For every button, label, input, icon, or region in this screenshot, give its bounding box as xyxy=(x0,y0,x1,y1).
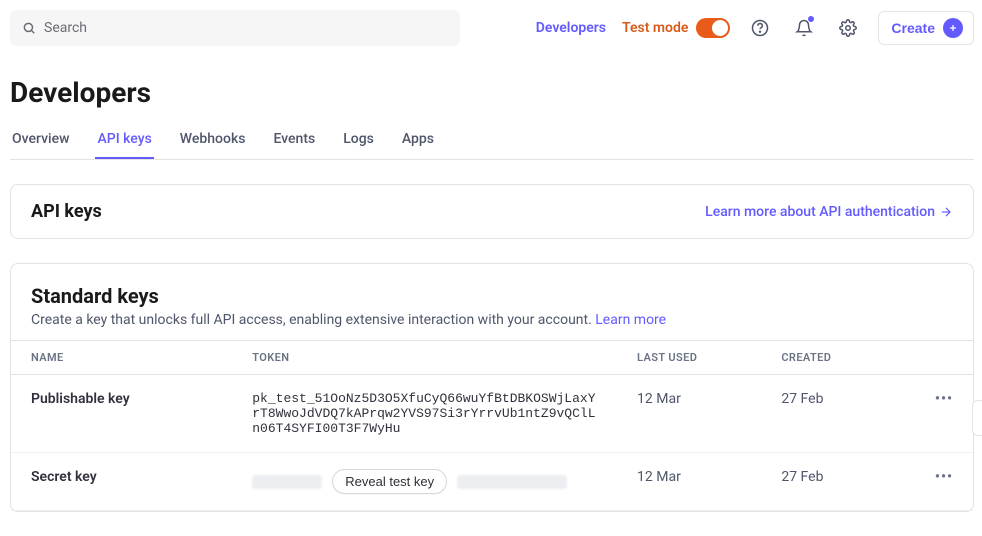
reveal-key-button[interactable]: Reveal test key xyxy=(332,469,447,494)
notifications-icon[interactable] xyxy=(790,14,818,42)
keys-table: NAME TOKEN LAST USED CREATED Publishable… xyxy=(11,340,973,511)
row-actions-icon[interactable]: ••• xyxy=(906,375,973,453)
standard-keys-learn-more[interactable]: Learn more xyxy=(595,312,666,328)
table-row: Secret key Reveal test key 12 Mar 27 Feb… xyxy=(11,453,973,511)
tabs: Overview API keys Webhooks Events Logs A… xyxy=(10,121,974,160)
table-row: Publishable key pk_test_51OoNz5D3O5XfuCy… xyxy=(11,375,973,453)
test-mode-label: Test mode xyxy=(622,20,688,36)
col-token: TOKEN xyxy=(232,341,617,375)
notification-dot xyxy=(808,16,814,22)
key-token[interactable]: pk_test_51OoNz5D3O5XfuCyQ66wuYfBtDBKOSWj… xyxy=(232,375,617,453)
tab-overview[interactable]: Overview xyxy=(10,121,71,159)
side-handle[interactable] xyxy=(972,400,982,436)
tab-logs[interactable]: Logs xyxy=(341,121,376,159)
col-name: NAME xyxy=(11,341,232,375)
help-icon[interactable] xyxy=(746,14,774,42)
developers-link[interactable]: Developers xyxy=(536,20,606,36)
settings-icon[interactable] xyxy=(834,14,862,42)
learn-auth-link[interactable]: Learn more about API authentication xyxy=(705,204,953,220)
standard-keys-card: Standard keys Create a key that unlocks … xyxy=(10,263,974,512)
key-last-used: 12 Mar xyxy=(617,375,761,453)
masked-segment xyxy=(252,475,322,489)
create-button[interactable]: Create xyxy=(878,11,974,45)
search-input[interactable]: Search xyxy=(10,10,460,46)
tab-events[interactable]: Events xyxy=(271,121,317,159)
api-keys-card: API keys Learn more about API authentica… xyxy=(10,184,974,239)
masked-segment xyxy=(457,475,567,489)
arrow-right-icon xyxy=(939,205,953,219)
key-name: Secret key xyxy=(11,453,232,511)
key-created: 27 Feb xyxy=(761,453,905,511)
search-placeholder: Search xyxy=(44,20,87,36)
key-created: 27 Feb xyxy=(761,375,905,453)
key-last-used: 12 Mar xyxy=(617,453,761,511)
standard-keys-title: Standard keys xyxy=(31,284,953,308)
col-created: CREATED xyxy=(761,341,905,375)
create-button-label: Create xyxy=(891,20,935,36)
learn-auth-link-text: Learn more about API authentication xyxy=(705,204,935,220)
key-token: Reveal test key xyxy=(232,453,617,511)
standard-keys-subtitle: Create a key that unlocks full API acces… xyxy=(31,312,953,328)
test-mode-toggle[interactable] xyxy=(696,18,730,38)
key-name: Publishable key xyxy=(11,375,232,453)
tab-apps[interactable]: Apps xyxy=(400,121,436,159)
page-title: Developers xyxy=(10,76,974,109)
plus-icon xyxy=(943,18,963,38)
tab-api-keys[interactable]: API keys xyxy=(95,121,153,159)
test-mode-toggle-group: Test mode xyxy=(622,18,730,38)
search-icon xyxy=(22,21,36,35)
api-keys-title: API keys xyxy=(31,201,102,222)
tab-webhooks[interactable]: Webhooks xyxy=(178,121,248,159)
col-last-used: LAST USED xyxy=(617,341,761,375)
row-actions-icon[interactable]: ••• xyxy=(906,453,973,511)
